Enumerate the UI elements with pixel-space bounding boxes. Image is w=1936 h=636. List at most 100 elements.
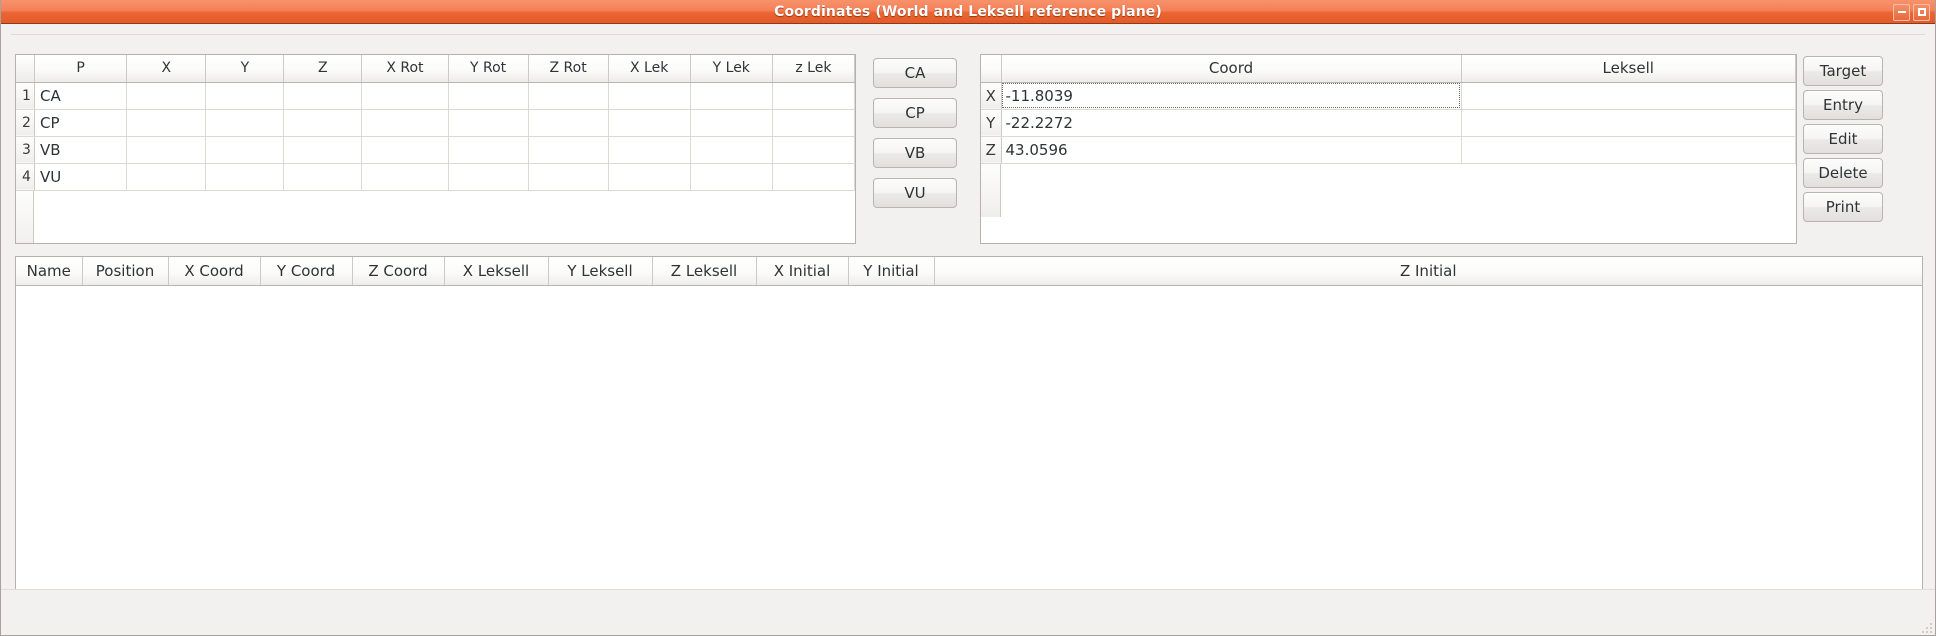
cell-z-rot[interactable] [528,82,609,110]
cell-y-lek[interactable] [690,82,773,110]
results-header-y-initial[interactable]: Y Initial [848,257,935,286]
cell-p[interactable]: CP [34,109,128,137]
cell-x[interactable] [126,136,207,164]
cell-y[interactable] [205,82,285,110]
row-number: 1 [16,82,35,110]
leksell-value-x[interactable] [1461,82,1796,110]
cell-p[interactable]: VU [34,163,128,191]
cell-z-lek[interactable] [772,82,855,110]
coordinates-window: Coordinates (World and Leksell reference… [0,0,1936,636]
delete-button[interactable]: Delete [1803,158,1883,188]
edit-button[interactable]: Edit [1803,124,1883,154]
axis-label-y: Y [981,109,1002,137]
parameters-header-y-rot[interactable]: Y Rot [448,55,529,83]
cell-z-lek[interactable] [772,109,855,137]
cell-y[interactable] [205,136,285,164]
cell-x[interactable] [126,109,207,137]
parameters-table-panel[interactable]: P X Y Z X Rot Y Rot Z Rot X Lek Y Lek z … [15,54,856,244]
coord-value-y[interactable]: -22.2272 [1001,109,1462,137]
cell-x-lek[interactable] [608,82,691,110]
cell-y-rot[interactable] [448,82,529,110]
cell-z[interactable] [283,136,363,164]
results-header-z-leksell[interactable]: Z Leksell [652,257,757,286]
results-header-z-initial[interactable]: Z Initial [934,257,1922,286]
maximize-icon[interactable] [1913,3,1930,21]
parameters-header-y-lek[interactable]: Y Lek [690,55,773,83]
cell-z-rot[interactable] [528,163,609,191]
cell-x-rot[interactable] [361,82,449,110]
results-list-panel[interactable]: Name Position X Coord Y Coord Z Coord X … [15,256,1923,604]
axis-gutter [981,163,1001,217]
cell-p[interactable]: CA [34,82,128,110]
parameters-header-x-lek[interactable]: X Lek [608,55,691,83]
table-row[interactable]: 1 CA [16,82,855,110]
cell-x-rot[interactable] [361,136,449,164]
table-row[interactable]: 2 CP [16,109,855,137]
vu-button[interactable]: VU [873,178,957,208]
ca-button[interactable]: CA [873,58,957,88]
cell-y-lek[interactable] [690,163,773,191]
coordinate-table-panel[interactable]: Coord Leksell X -11.8039 Y -22.2272 Z 43… [980,54,1797,244]
cell-y-lek[interactable] [690,109,773,137]
window-titlebar[interactable]: Coordinates (World and Leksell reference… [1,0,1935,24]
parameters-header-x-rot[interactable]: X Rot [361,55,449,83]
cell-y-rot[interactable] [448,163,529,191]
cell-z[interactable] [283,82,363,110]
cell-z-lek[interactable] [772,136,855,164]
parameters-header-z-lek[interactable]: z Lek [772,55,855,83]
cell-z-rot[interactable] [528,136,609,164]
entry-button[interactable]: Entry [1803,90,1883,120]
table-row[interactable]: 3 VB [16,136,855,164]
cell-x[interactable] [126,163,207,191]
cp-button[interactable]: CP [873,98,957,128]
cell-z-rot[interactable] [528,109,609,137]
leksell-value-z[interactable] [1461,136,1796,164]
cell-x-lek[interactable] [608,136,691,164]
results-header-y-coord[interactable]: Y Coord [260,257,353,286]
cell-x-lek[interactable] [608,109,691,137]
cell-z[interactable] [283,109,363,137]
table-row[interactable]: X -11.8039 [981,82,1796,110]
cell-x-rot[interactable] [361,109,449,137]
parameters-header-z[interactable]: Z [283,55,363,83]
results-header-position[interactable]: Position [82,257,169,286]
parameters-header-y[interactable]: Y [205,55,285,83]
cell-x[interactable] [126,82,207,110]
parameters-header-x[interactable]: X [126,55,207,83]
coordinate-header-leksell[interactable]: Leksell [1461,55,1796,83]
table-row[interactable]: 4 VU [16,163,855,191]
results-header-x-initial[interactable]: X Initial [756,257,849,286]
target-button[interactable]: Target [1803,56,1883,86]
leksell-value-y[interactable] [1461,109,1796,137]
coord-value-x[interactable]: -11.8039 [1001,82,1462,110]
coordinate-corner-header[interactable] [981,55,1002,83]
table-row[interactable]: Z 43.0596 [981,136,1796,164]
cell-y-rot[interactable] [448,109,529,137]
results-header-x-coord[interactable]: X Coord [168,257,261,286]
cell-p[interactable]: VB [34,136,128,164]
cell-x-rot[interactable] [361,163,449,191]
cell-y[interactable] [205,109,285,137]
results-list-body[interactable] [16,285,1922,603]
cell-y-lek[interactable] [690,136,773,164]
cell-y-rot[interactable] [448,136,529,164]
resize-grip-icon[interactable] [1916,617,1932,633]
coord-value-z[interactable]: 43.0596 [1001,136,1462,164]
parameters-corner-header[interactable] [16,55,35,83]
cell-x-lek[interactable] [608,163,691,191]
parameters-header-z-rot[interactable]: Z Rot [528,55,609,83]
vb-button[interactable]: VB [873,138,957,168]
cell-z[interactable] [283,163,363,191]
results-header-name[interactable]: Name [16,257,83,286]
coordinate-header-coord[interactable]: Coord [1001,55,1462,83]
table-row[interactable]: Y -22.2272 [981,109,1796,137]
results-header-z-coord[interactable]: Z Coord [352,257,445,286]
results-header-x-leksell[interactable]: X Leksell [444,257,549,286]
cell-z-lek[interactable] [772,163,855,191]
cell-y[interactable] [205,163,285,191]
print-button[interactable]: Print [1803,192,1883,222]
minimize-icon[interactable] [1893,3,1910,21]
parameters-header-p[interactable]: P [34,55,128,83]
results-header-y-leksell[interactable]: Y Leksell [548,257,653,286]
parameters-empty-area [16,190,855,243]
